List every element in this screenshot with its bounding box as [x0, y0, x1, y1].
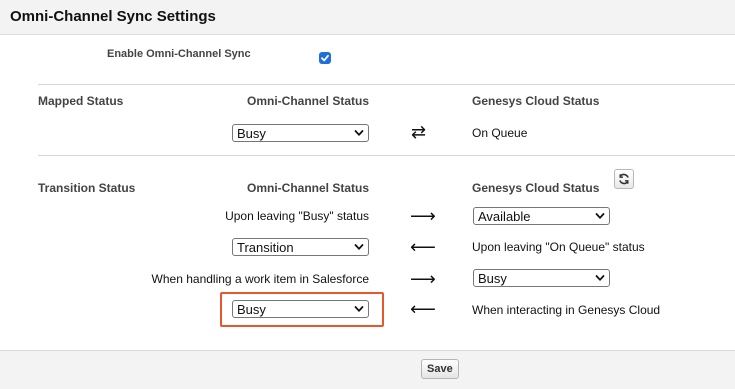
transition-status-label: Transition Status [38, 181, 136, 195]
chevron-down-icon [354, 130, 364, 136]
divider [38, 155, 735, 156]
arrow-left-icon: ⟵ [410, 299, 436, 319]
chevron-down-icon [354, 306, 364, 312]
enable-sync-checkbox[interactable] [319, 52, 331, 64]
transition-row-3-genesys-select[interactable]: Busy [473, 269, 610, 287]
select-value: Busy [237, 125, 266, 141]
select-value: Transition [237, 239, 294, 255]
mapped-genesys-status-value: On Queue [472, 126, 528, 140]
page-title: Omni-Channel Sync Settings [10, 8, 216, 25]
chevron-down-icon [595, 213, 605, 219]
transition-row-2-right: Upon leaving "On Queue" status [472, 240, 645, 254]
transition-row-2-omni-select[interactable]: Transition [232, 238, 369, 256]
mapped-status-label: Mapped Status [38, 94, 124, 108]
refresh-button[interactable] [614, 169, 634, 189]
chevron-down-icon [354, 244, 364, 250]
page-footer: Save [0, 350, 735, 389]
select-value: Busy [478, 270, 507, 286]
mapped-omni-header: Omni-Channel Status [247, 94, 370, 108]
transition-row-3-left: When handling a work item in Salesforce [151, 272, 369, 286]
arrow-right-icon: ⟶ [410, 206, 436, 226]
check-icon [321, 54, 329, 62]
mapped-genesys-header: Genesys Cloud Status [472, 94, 600, 108]
enable-sync-label: Enable Omni-Channel Sync [107, 48, 251, 60]
transition-omni-header: Omni-Channel Status [247, 181, 370, 195]
bidirectional-arrow-icon: ⇄ [411, 122, 427, 142]
arrow-right-icon: ⟶ [410, 269, 436, 289]
transition-genesys-header: Genesys Cloud Status [472, 181, 600, 195]
mapped-omni-status-select[interactable]: Busy [232, 124, 369, 142]
save-button[interactable]: Save [421, 359, 459, 379]
chevron-down-icon [595, 275, 605, 281]
select-value: Busy [237, 301, 266, 317]
settings-panel: Enable Omni-Channel Sync Mapped Status O… [0, 35, 735, 350]
transition-row-1-genesys-select[interactable]: Available [473, 207, 610, 225]
refresh-icon [619, 173, 629, 185]
divider [38, 84, 735, 85]
transition-row-1-left: Upon leaving "Busy" status [225, 209, 369, 223]
page-header: Omni-Channel Sync Settings [0, 0, 735, 35]
select-value: Available [478, 208, 531, 224]
transition-row-4-omni-select[interactable]: Busy [232, 300, 369, 318]
arrow-left-icon: ⟵ [410, 237, 436, 257]
transition-row-4-right: When interacting in Genesys Cloud [472, 303, 661, 317]
